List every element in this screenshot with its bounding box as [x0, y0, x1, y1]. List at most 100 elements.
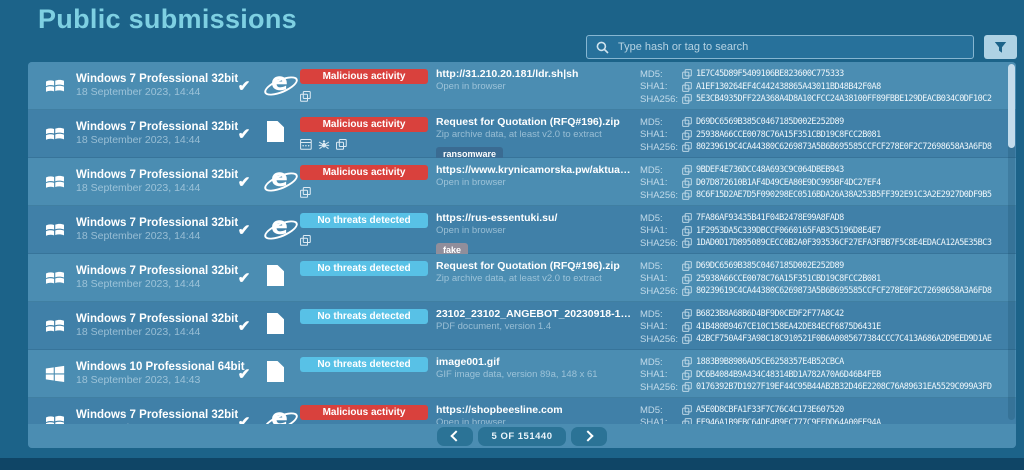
md5-label: MD5: [640, 117, 682, 128]
filter-button[interactable] [984, 35, 1017, 59]
search-icon [596, 41, 609, 54]
copy-md5-icon[interactable] [682, 69, 696, 79]
md5-label: MD5: [640, 69, 682, 80]
copy-sha256-icon[interactable] [682, 286, 696, 296]
submission-row[interactable]: Windows 7 Professional 32bit 18 Septembe… [28, 302, 1016, 350]
copy-sha256-icon[interactable] [682, 190, 696, 200]
verdict-badge: Malicious activity [300, 165, 428, 180]
submission-row[interactable]: Windows 7 Professional 32bit 18 Septembe… [28, 110, 1016, 158]
copy-sha256-icon[interactable] [682, 238, 696, 248]
document-icon [264, 121, 284, 147]
md5-value: 9BDEF4E736DCC48A693C9C064DBEB943 [696, 165, 844, 175]
chevron-left-icon [450, 430, 461, 441]
copy-sha256-icon[interactable] [682, 94, 696, 104]
scrollbar-track[interactable] [1008, 64, 1015, 420]
submission-name: 23102_23102_ANGEBOT_20230918-123542... [436, 308, 632, 320]
copy-sha1-icon[interactable] [682, 274, 696, 284]
prev-page-button[interactable] [437, 427, 473, 446]
copy-md5-icon[interactable] [682, 165, 696, 175]
submission-subtitle: Zip archive data, at least v2.0 to extra… [436, 129, 632, 141]
copy-md5-icon[interactable] [682, 261, 696, 271]
scrollbar-thumb[interactable] [1008, 64, 1015, 148]
submission-date: 18 September 2023, 14:44 [76, 230, 238, 243]
completed-check-icon: ✔ [238, 269, 251, 287]
tag-ransomware[interactable]: ransomware [436, 147, 503, 158]
copy-icon[interactable] [300, 187, 311, 198]
copy-sha1-icon[interactable] [682, 322, 696, 332]
page-indicator: 5 OF 151440 [478, 427, 567, 446]
copy-icon[interactable] [336, 139, 347, 150]
copy-md5-icon[interactable] [682, 405, 696, 415]
copy-sha256-icon[interactable] [682, 334, 696, 344]
chevron-right-icon [582, 430, 593, 441]
submission-subtitle: GIF image data, version 89a, 148 x 61 [436, 369, 632, 381]
verdict-badge: Malicious activity [300, 117, 428, 132]
sha1-label: SHA1: [640, 81, 682, 92]
os-name: Windows 7 Professional 32bit [76, 217, 238, 230]
copy-sha256-icon[interactable] [682, 142, 696, 152]
tag-list [436, 192, 632, 206]
copy-sha1-icon[interactable] [682, 226, 696, 236]
copy-md5-icon[interactable] [682, 213, 696, 223]
row-action-icons [300, 330, 436, 342]
submissions-list: Windows 7 Professional 32bit 18 Septembe… [28, 62, 1016, 424]
md5-label: MD5: [640, 357, 682, 368]
submission-row[interactable]: Windows 7 Professional 32bit 18 Septembe… [28, 398, 1016, 424]
completed-check-icon: ✔ [238, 77, 251, 95]
row-action-icons [300, 234, 436, 246]
completed-check-icon: ✔ [238, 173, 251, 191]
sha1-value: 25938A66CCE0078C76A15F351CBD19C8FCC2B081 [696, 274, 881, 284]
next-page-button[interactable] [571, 427, 607, 446]
sha1-value: 25938A66CCE0078C76A15F351CBD19C8FCC2B081 [696, 130, 881, 140]
copy-md5-icon[interactable] [682, 357, 696, 367]
copy-icon[interactable] [300, 235, 311, 246]
md5-label: MD5: [640, 261, 682, 272]
copy-sha1-icon[interactable] [682, 370, 696, 380]
verdict-badge: Malicious activity [300, 405, 428, 420]
submission-row[interactable]: Windows 7 Professional 32bit 18 Septembe… [28, 158, 1016, 206]
copy-md5-icon[interactable] [682, 309, 696, 319]
internet-explorer-icon: e [264, 71, 294, 102]
submission-row[interactable]: Windows 10 Professional 64bit 18 Septemb… [28, 350, 1016, 398]
tag-fake[interactable]: fake [436, 243, 468, 254]
internet-explorer-icon: e [264, 215, 294, 246]
submission-name: Request for Quotation (RFQ#196).zip [436, 116, 632, 128]
copy-sha1-icon[interactable] [682, 130, 696, 140]
md5-value: 1E7C45D89F5409106BE823600C775333 [696, 69, 844, 79]
sha256-value: 5E3CB4935DFF22A368A4D8A10CFCC24A38100FF8… [696, 94, 992, 104]
sha1-value: 1F2953DA5C339DBCCF0660165FAB3C5196D8E4E7 [696, 226, 881, 236]
copy-sha1-icon[interactable] [682, 178, 696, 188]
md5-label: MD5: [640, 213, 682, 224]
md5-label: MD5: [640, 405, 682, 416]
search-bar[interactable] [586, 35, 974, 59]
submission-row[interactable]: Windows 7 Professional 32bit 18 Septembe… [28, 254, 1016, 302]
archive-icon[interactable] [300, 139, 312, 150]
md5-value: A5E0D8CBFA1F33F7C76C4C173E607520 [696, 405, 844, 415]
windows7-logo-icon [44, 219, 66, 241]
row-action-icons [300, 186, 436, 198]
submission-name: http://31.210.20.181/ldr.sh|sh [436, 68, 632, 80]
spider-icon[interactable] [318, 139, 330, 150]
windows7-logo-icon [44, 123, 66, 145]
sha256-value: 42BCF750A4F3A98C18C910521F0B6A0085677384… [696, 334, 992, 344]
copy-md5-icon[interactable] [682, 117, 696, 127]
completed-check-icon: ✔ [238, 221, 251, 239]
sha1-value: DC6B4084B9A434C48314BD1A782A70A6D46B4FEB [696, 370, 881, 380]
submission-row[interactable]: Windows 7 Professional 32bit 18 Septembe… [28, 62, 1016, 110]
submissions-panel: Windows 7 Professional 32bit 18 Septembe… [28, 62, 1016, 448]
md5-value: 1883B9B8986AD5CE6258357E4B52CBCA [696, 357, 844, 367]
row-action-icons [300, 282, 436, 294]
sha256-value: 8C6F15D2AE7D5F090298EC0516BDA26A38A253B5… [696, 190, 992, 200]
sha256-value: 1DAD0D17D895089CECC0B2A0F393536CF27EFA3F… [696, 238, 992, 248]
submission-name: image001.gif [436, 356, 632, 368]
submission-subtitle: Open in browser [436, 417, 632, 424]
copy-sha1-icon[interactable] [682, 82, 696, 92]
search-input[interactable] [616, 40, 964, 54]
verdict-badge: No threats detected [300, 261, 428, 276]
copy-sha256-icon[interactable] [682, 382, 696, 392]
submission-row[interactable]: Windows 7 Professional 32bit 18 Septembe… [28, 206, 1016, 254]
copy-icon[interactable] [300, 91, 311, 102]
sha1-value: D07D872610B1AF4D49CEA80E9DC995BF4DC27EF4 [696, 178, 881, 188]
sha1-label: SHA1: [640, 273, 682, 284]
sha1-label: SHA1: [640, 225, 682, 236]
